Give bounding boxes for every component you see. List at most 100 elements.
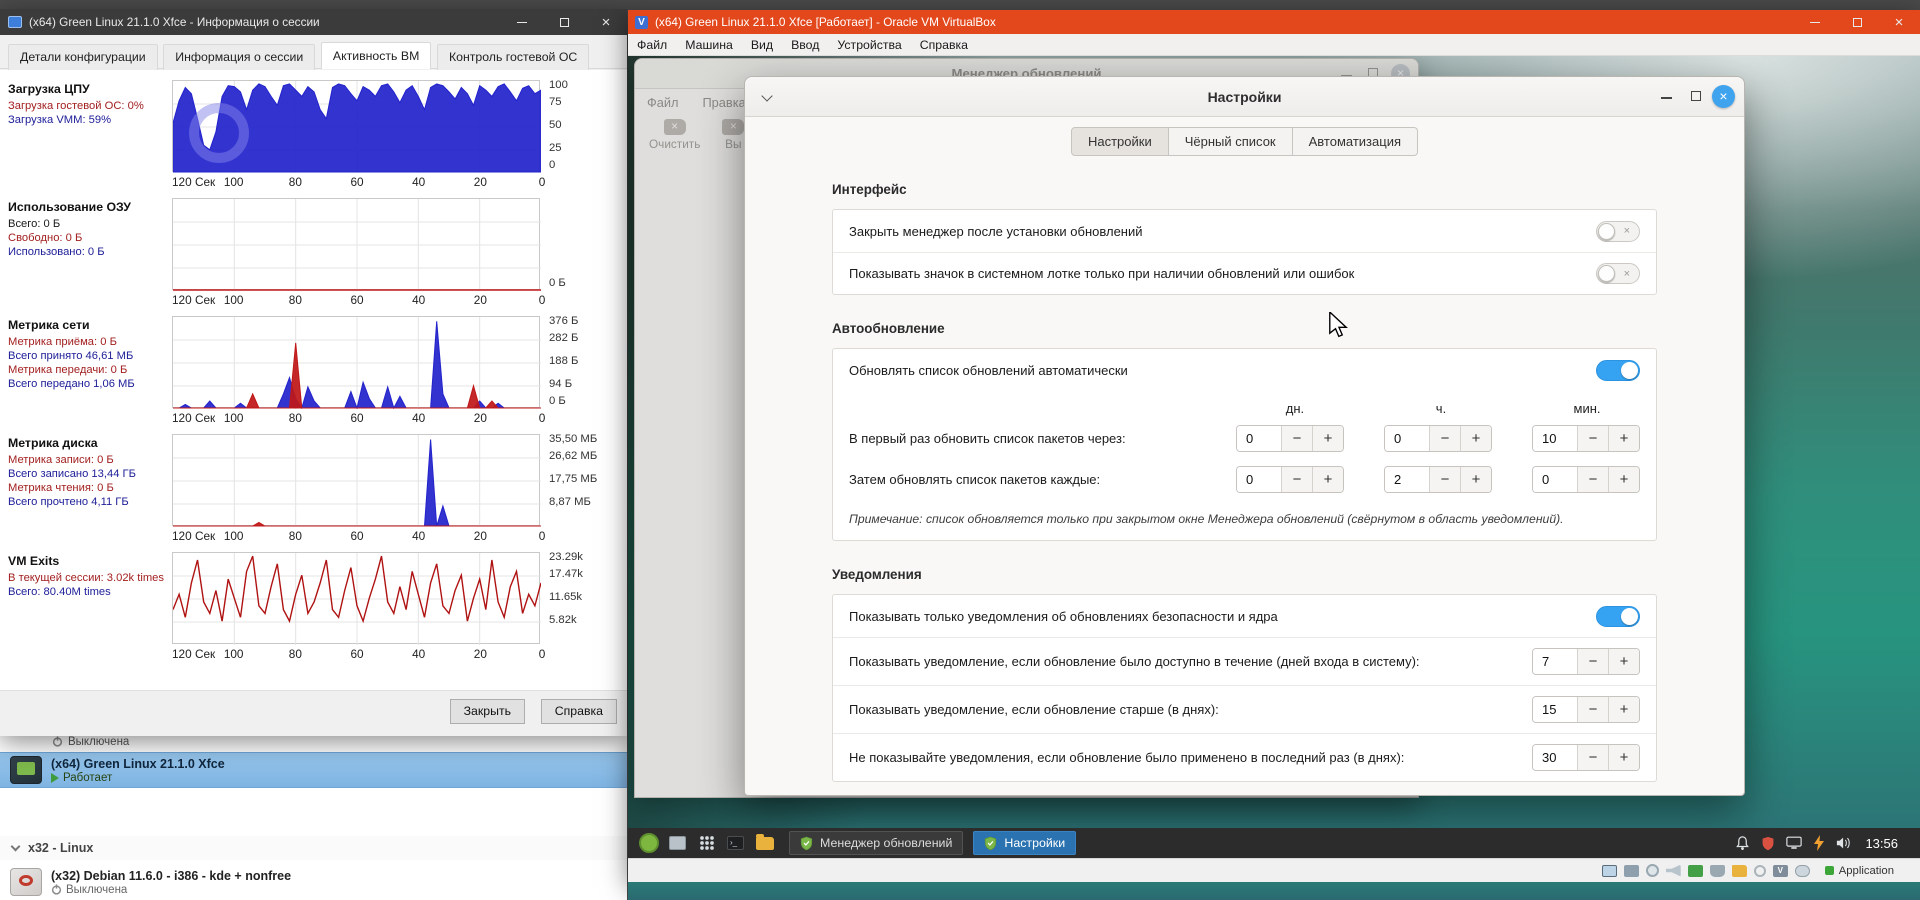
tab-vm-activity[interactable]: Активность ВМ: [320, 42, 432, 69]
menu-help[interactable]: Справка: [911, 38, 977, 52]
update-shield-icon[interactable]: [1761, 836, 1775, 851]
menu-edit[interactable]: Правка: [702, 95, 745, 110]
tab-settings[interactable]: Настройки: [1070, 127, 1169, 156]
minus-button[interactable]: [1429, 426, 1460, 451]
security-only-switch[interactable]: [1596, 605, 1640, 627]
minus-button[interactable]: [1577, 467, 1608, 492]
maximize-button[interactable]: [1691, 91, 1701, 101]
metric-title: Метрика диска: [8, 436, 98, 450]
y-axis-label: 188 Б: [549, 355, 579, 367]
audio-status-icon[interactable]: [1665, 864, 1681, 877]
taskbar-window-update-manager[interactable]: Менеджер обновлений: [789, 831, 964, 855]
autorefresh-switch[interactable]: [1596, 359, 1640, 381]
plus-button[interactable]: [1460, 426, 1491, 451]
vm-title: (x64) Green Linux 21.1.0 Xfce: [51, 756, 225, 771]
x-axis-label: 80: [288, 293, 302, 307]
y-axis-label: 17,75 МБ: [549, 473, 598, 485]
minus-button[interactable]: [1577, 697, 1608, 722]
x-axis-label: 20: [473, 529, 487, 543]
vm-list-item-partial[interactable]: Выключена: [0, 736, 627, 749]
plus-button[interactable]: [1608, 467, 1639, 492]
vm-group-header[interactable]: x32 - Linux: [0, 836, 627, 860]
clock[interactable]: 13:56: [1865, 836, 1898, 851]
tab-session-info[interactable]: Информация о сессии: [163, 44, 316, 70]
spin-value[interactable]: 15: [1533, 697, 1577, 722]
spin-value[interactable]: 0: [1237, 426, 1281, 451]
plus-button[interactable]: [1312, 467, 1343, 492]
close-icon[interactable]: ×: [1878, 10, 1920, 34]
minimize-button[interactable]: [1794, 10, 1836, 34]
notifications-bell-icon[interactable]: [1735, 835, 1750, 851]
menu-file[interactable]: Файл: [647, 95, 678, 110]
spin-value[interactable]: 0: [1385, 426, 1429, 451]
menu-view[interactable]: Вид: [742, 38, 782, 52]
spin-value[interactable]: 30: [1533, 745, 1577, 770]
plus-button[interactable]: [1312, 426, 1343, 451]
minus-button[interactable]: [1281, 467, 1312, 492]
plus-button[interactable]: [1608, 697, 1639, 722]
setting-row: Показывать уведомление, если обновление …: [833, 637, 1656, 685]
usb-status-icon[interactable]: [1709, 864, 1725, 877]
mouse-integration-status-icon[interactable]: [1794, 864, 1810, 877]
menu-file[interactable]: Файл: [628, 38, 676, 52]
metric-legend-line: Всего передано 1,06 МБ: [8, 378, 135, 390]
spin-value[interactable]: 7: [1533, 649, 1577, 674]
files-launcher[interactable]: [753, 832, 776, 855]
vm-list-item-selected[interactable]: (x64) Green Linux 21.1.0 Xfce Работает: [0, 752, 627, 788]
tab-automation[interactable]: Автоматизация: [1292, 127, 1418, 156]
shared-folders-status-icon[interactable]: [1731, 864, 1747, 877]
plus-button[interactable]: [1608, 426, 1639, 451]
spin-value[interactable]: 0: [1533, 467, 1577, 492]
terminal-launcher[interactable]: ›_: [724, 832, 747, 855]
menu-devices[interactable]: Устройства: [828, 38, 910, 52]
hdd-status-icon[interactable]: [1623, 864, 1639, 877]
older-days-spinner: 15: [1532, 696, 1640, 723]
features-status-icon[interactable]: V: [1772, 864, 1788, 877]
menu-machine[interactable]: Машина: [676, 38, 742, 52]
app-grid-button[interactable]: [695, 832, 718, 855]
mint-menu-button[interactable]: [637, 832, 660, 855]
select-button-partial[interactable]: Вы: [722, 119, 745, 151]
display-icon[interactable]: [1786, 836, 1803, 850]
show-desktop-button[interactable]: [666, 832, 689, 855]
close-button[interactable]: Закрыть: [449, 699, 525, 724]
minus-button[interactable]: [1577, 426, 1608, 451]
plus-button[interactable]: [1460, 467, 1491, 492]
minus-button[interactable]: [1429, 467, 1460, 492]
recording-status-icon[interactable]: [1753, 864, 1766, 877]
maximize-button[interactable]: [1836, 10, 1878, 34]
minimize-button[interactable]: [1661, 97, 1672, 99]
vm-title: (x32) Debian 11.6.0 - i386 - kde + nonfr…: [51, 868, 292, 883]
network-status-icon[interactable]: [1687, 864, 1703, 877]
help-button[interactable]: Справка: [540, 699, 617, 724]
shield-icon: [800, 836, 813, 850]
spin-value[interactable]: 2: [1385, 467, 1429, 492]
tab-config-details[interactable]: Детали конфигурации: [8, 44, 158, 70]
spin-value[interactable]: 10: [1533, 426, 1577, 451]
optical-disc-status-icon[interactable]: [1645, 864, 1659, 877]
taskbar-window-settings[interactable]: Настройки: [973, 831, 1077, 855]
x-axis-label: 40: [412, 529, 426, 543]
close-icon[interactable]: ×: [585, 9, 627, 35]
display-status-icon[interactable]: [1601, 864, 1617, 877]
tab-guest-control[interactable]: Контроль гостевой ОС: [436, 44, 590, 70]
tab-blacklist[interactable]: Чёрный список: [1168, 127, 1293, 156]
close-after-update-switch[interactable]: [1596, 220, 1640, 242]
x-axis-label: 60: [350, 175, 364, 189]
x-axis-label: 20: [473, 175, 487, 189]
minus-button[interactable]: [1577, 745, 1608, 770]
minus-button[interactable]: [1577, 649, 1608, 674]
close-icon[interactable]: ×: [1712, 85, 1735, 108]
minus-button[interactable]: [1281, 426, 1312, 451]
plus-button[interactable]: [1608, 649, 1639, 674]
menu-input[interactable]: Ввод: [782, 38, 828, 52]
spin-value[interactable]: 0: [1237, 467, 1281, 492]
power-bolt-icon[interactable]: [1813, 835, 1825, 851]
vm-list-item-debian[interactable]: (x32) Debian 11.6.0 - i386 - kde + nonfr…: [0, 864, 627, 900]
plus-button[interactable]: [1608, 745, 1639, 770]
clear-button[interactable]: Очистить: [649, 119, 700, 151]
maximize-button[interactable]: [543, 9, 585, 35]
tray-icon-switch[interactable]: [1596, 263, 1640, 284]
volume-icon[interactable]: [1836, 836, 1852, 850]
minimize-button[interactable]: [501, 9, 543, 35]
